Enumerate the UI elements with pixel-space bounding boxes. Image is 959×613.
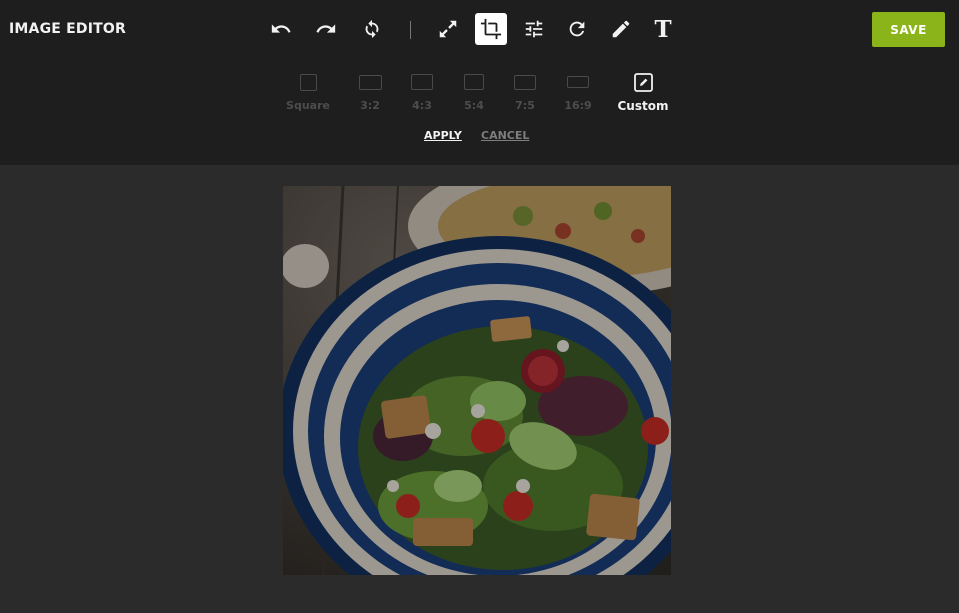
ratio-4-3[interactable]: 4:3 bbox=[394, 70, 450, 115]
ratio-label: Square bbox=[286, 99, 330, 112]
ratio-label: 4:3 bbox=[412, 99, 432, 112]
redo-button[interactable] bbox=[310, 13, 342, 45]
ratio-label: 5:4 bbox=[464, 99, 484, 112]
ratio-16-9-icon bbox=[567, 76, 589, 88]
ratio-5-4[interactable]: 5:4 bbox=[446, 70, 502, 115]
cancel-button[interactable]: CANCEL bbox=[481, 129, 529, 142]
undo-button[interactable] bbox=[265, 13, 297, 45]
ratio-16-9[interactable]: 16:9 bbox=[550, 70, 606, 115]
ratio-label: Custom bbox=[617, 99, 669, 113]
resize-button[interactable] bbox=[432, 13, 464, 45]
crop-button[interactable] bbox=[475, 13, 507, 45]
rotate-icon bbox=[569, 21, 585, 37]
image-canvas[interactable] bbox=[283, 186, 671, 575]
ratio-label: 16:9 bbox=[564, 99, 592, 112]
ratio-label: 7:5 bbox=[515, 99, 535, 112]
ratio-7-5[interactable]: 7:5 bbox=[497, 70, 553, 115]
ratio-label: 3:2 bbox=[360, 99, 380, 112]
rotate-button[interactable] bbox=[561, 13, 593, 45]
ratio-3-2-icon bbox=[359, 75, 382, 90]
apply-button[interactable]: APPLY bbox=[424, 129, 462, 142]
resize-icon bbox=[439, 20, 457, 38]
draw-icon bbox=[612, 20, 630, 38]
square-ratio-icon bbox=[300, 74, 317, 91]
adjust-icon bbox=[525, 20, 543, 38]
editor-header: IMAGE EDITOR T SAVE Square 3:2 4:3 5:4 7… bbox=[0, 0, 959, 165]
save-button[interactable]: SAVE bbox=[872, 12, 945, 47]
undo-icon bbox=[271, 24, 291, 33]
reset-button[interactable] bbox=[356, 13, 388, 45]
custom-edit-icon bbox=[634, 73, 653, 92]
adjust-button[interactable] bbox=[518, 13, 550, 45]
ratio-4-3-icon bbox=[411, 74, 433, 90]
text-icon: T bbox=[654, 15, 672, 43]
draw-button[interactable] bbox=[605, 13, 637, 45]
ratio-5-4-icon bbox=[464, 74, 484, 90]
ratio-square[interactable]: Square bbox=[280, 70, 336, 115]
ratio-7-5-icon bbox=[514, 75, 536, 90]
ratio-custom[interactable]: Custom bbox=[615, 70, 671, 115]
app-title: IMAGE EDITOR bbox=[9, 21, 126, 37]
reset-icon bbox=[365, 19, 379, 39]
crop-icon bbox=[480, 18, 502, 40]
redo-icon bbox=[316, 24, 336, 33]
text-button[interactable]: T bbox=[647, 13, 679, 45]
ratio-3-2[interactable]: 3:2 bbox=[342, 70, 398, 115]
salad-photo bbox=[283, 186, 671, 575]
toolbar-divider bbox=[410, 21, 411, 39]
